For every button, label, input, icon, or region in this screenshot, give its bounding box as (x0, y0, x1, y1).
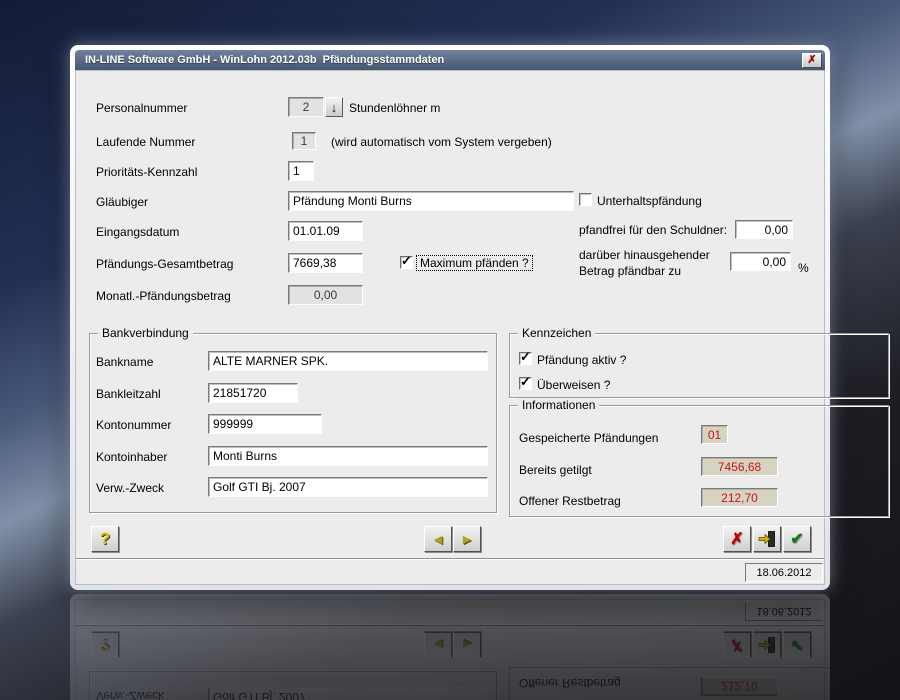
exit-button[interactable] (753, 526, 781, 552)
bankleitzahl-input[interactable] (208, 383, 298, 403)
eingangsdatum-label: Eingangsdatum (96, 225, 180, 239)
informationen-legend: Informationen (518, 398, 600, 412)
ueberweisen-label[interactable]: Überweisen ? (537, 378, 610, 392)
glaeubiger-label: Gläubiger (96, 195, 149, 209)
personalnummer-label: Personalnummer (96, 101, 188, 115)
ueberweisen-checkbox[interactable] (519, 374, 532, 390)
next-record-button[interactable]: ► (453, 526, 481, 552)
personalnummer-dropdown-button[interactable]: ↓ (325, 97, 343, 117)
percent-label: % (798, 261, 809, 275)
exit-door-icon (758, 531, 775, 547)
bereits-getilgt-label: Bereits getilgt (519, 463, 592, 477)
statusbar-divider (76, 558, 824, 560)
darueber-input[interactable] (730, 252, 791, 271)
bankleitzahl-label: Bankleitzahl (96, 387, 161, 401)
arrow-left-icon: ◄ (431, 531, 445, 547)
desktop-background: { "window": { "title": "IN-LINE Software… (0, 0, 900, 700)
unterhaltspfaendung-label[interactable]: Unterhaltspfändung (597, 194, 702, 208)
unterhaltspfaendung-checkbox[interactable] (579, 193, 592, 206)
verwzweck-input[interactable] (208, 477, 488, 497)
window-title: IN-LINE Software GmbH - WinLohn 2012.03b… (85, 54, 445, 66)
pfandfrei-input[interactable] (735, 220, 793, 239)
kontonummer-input[interactable] (208, 414, 322, 434)
pfandfrei-label: pfandfrei für den Schuldner: (579, 223, 728, 237)
arrow-down-icon: ↓ (330, 99, 338, 115)
previous-record-button[interactable]: ◄ (424, 526, 452, 552)
eingangsdatum-input[interactable] (288, 221, 363, 241)
verwzweck-label: Verw.-Zweck (96, 481, 165, 495)
personalnummer-suffix-label: Stundenlöhner m (349, 101, 441, 115)
gespeicherte-pfaendungen-value: 01 (701, 425, 728, 444)
offener-restbetrag-label: Offener Restbetrag (519, 494, 621, 508)
statusbar-date: 18.06.2012 (745, 563, 823, 582)
kennzeichen-legend: Kennzeichen (518, 326, 596, 340)
personalnummer-input[interactable] (288, 97, 324, 117)
laufende-nummer-input[interactable] (292, 132, 316, 150)
laufende-nummer-label: Laufende Nummer (96, 135, 196, 149)
pfaendung-aktiv-label[interactable]: Pfändung aktiv ? (537, 353, 626, 367)
app-window: IN-LINE Software GmbH - WinLohn 2012.03b… (70, 45, 889, 590)
close-icon: ✗ (807, 54, 817, 66)
maximum-pfaenden-label[interactable]: Maximum pfänden ? (416, 255, 533, 271)
glaeubiger-input[interactable] (288, 191, 574, 211)
close-button[interactable]: ✗ (802, 52, 822, 68)
help-button[interactable]: ? (91, 526, 119, 552)
darueber-label-line2: Betrag pfändbar zu (579, 264, 682, 278)
kontoinhaber-label: Kontoinhaber (96, 450, 168, 464)
dialog-body: Personalnummer ↓ Stundenlöhner m Laufend… (75, 70, 889, 585)
kontoinhaber-input[interactable] (208, 446, 488, 466)
title-bar[interactable]: IN-LINE Software GmbH - WinLohn 2012.03b… (75, 50, 825, 70)
bankname-label: Bankname (96, 355, 154, 369)
kontonummer-label: Kontonummer (96, 418, 172, 432)
offener-restbetrag-value: 212,70 (701, 488, 778, 507)
prioritaet-input[interactable] (288, 161, 314, 181)
gesamtbetrag-input[interactable] (288, 253, 363, 273)
confirm-check-icon: ✔ (790, 531, 804, 548)
help-icon: ? (99, 529, 111, 548)
bankverbindung-legend: Bankverbindung (98, 326, 193, 340)
bankname-input[interactable] (208, 351, 488, 371)
gespeicherte-pfaendungen-label: Gespeicherte Pfändungen (519, 431, 659, 445)
gesamtbetrag-label: Pfändungs-Gesamtbetrag (96, 257, 234, 271)
laufende-nummer-note: (wird automatisch vom System vergeben) (331, 135, 552, 149)
prioritaet-label: Prioritäts-Kennzahl (96, 165, 198, 179)
cancel-x-icon: ✗ (730, 531, 744, 548)
bereits-getilgt-value: 7456,68 (701, 457, 778, 476)
maximum-pfaenden-checkbox[interactable] (400, 253, 413, 269)
monatl-label: Monatl.-Pfändungsbetrag (96, 289, 231, 303)
arrow-right-icon: ► (460, 531, 474, 547)
confirm-button[interactable]: ✔ (783, 526, 811, 552)
monatl-input[interactable] (288, 285, 363, 305)
pfaendung-aktiv-checkbox[interactable] (519, 349, 532, 365)
cancel-button[interactable]: ✗ (723, 526, 751, 552)
darueber-label-line1: darüber hinausgehender (579, 248, 710, 262)
